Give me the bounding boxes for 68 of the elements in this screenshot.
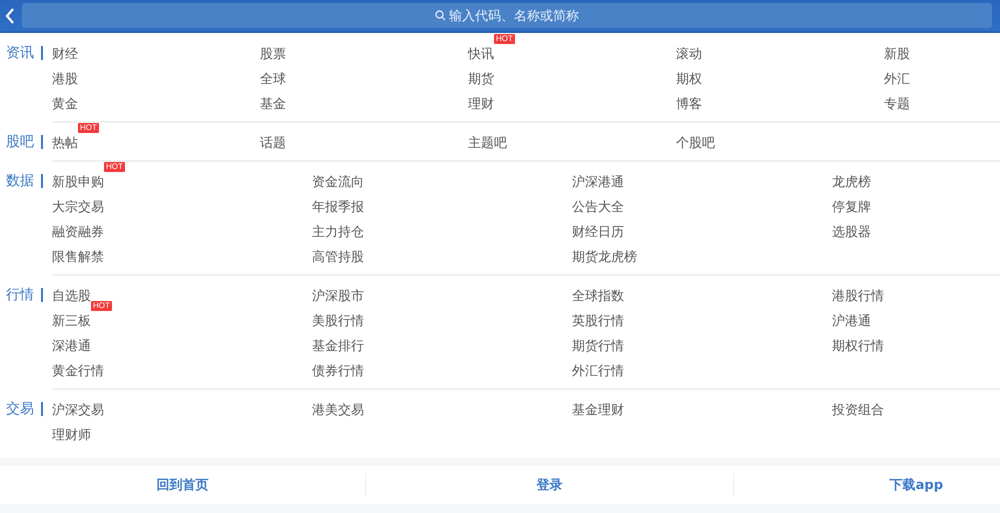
- menu-link[interactable]: 博客: [676, 96, 702, 112]
- menu-link[interactable]: 全球: [260, 72, 286, 86]
- menu-link[interactable]: 期货: [468, 72, 494, 86]
- menu-link[interactable]: 期权: [676, 72, 702, 86]
- menu-link[interactable]: 黄金: [52, 96, 78, 112]
- hot-badge: HOT: [494, 34, 515, 44]
- menu-link[interactable]: 美股行情: [312, 314, 364, 328]
- menu-link[interactable]: 沪深股市: [312, 288, 364, 304]
- menu-link[interactable]: 自选股: [52, 288, 91, 304]
- menu-link[interactable]: 外汇: [884, 72, 910, 86]
- menu-link[interactable]: 沪深港通: [572, 174, 624, 190]
- menu-link[interactable]: 外汇行情: [572, 364, 624, 378]
- menu-link[interactable]: 期权行情: [832, 338, 884, 354]
- hot-badge: HOT: [78, 122, 99, 132]
- menu-link[interactable]: 资金流向: [312, 174, 364, 190]
- menu-link[interactable]: 沪港通: [832, 314, 871, 328]
- menu-link[interactable]: 话题: [260, 136, 286, 150]
- footer-link[interactable]: 回到首页: [156, 476, 208, 494]
- section-label: 行情: [6, 286, 34, 304]
- menu-link[interactable]: 基金排行: [312, 338, 364, 354]
- section-label: 交易: [6, 400, 34, 418]
- menu-link[interactable]: 快讯: [468, 46, 494, 62]
- menu-link[interactable]: 全球指数: [572, 288, 624, 304]
- menu-link[interactable]: 财经: [52, 46, 78, 62]
- section-label: 股吧: [6, 132, 34, 150]
- menu-link[interactable]: 个股吧: [676, 136, 715, 150]
- menu-link[interactable]: 财经日历: [572, 224, 624, 240]
- menu-link[interactable]: 年报季报: [312, 200, 364, 214]
- menu-link[interactable]: 新股申购: [52, 174, 104, 190]
- menu-link[interactable]: 大宗交易: [52, 200, 104, 214]
- hot-badge: HOT: [104, 162, 125, 172]
- section-label: 数据: [6, 172, 34, 190]
- menu-link[interactable]: 滚动: [676, 46, 702, 62]
- menu-link[interactable]: 高管持股: [312, 250, 364, 264]
- menu-link[interactable]: 新股: [884, 46, 910, 62]
- menu-link[interactable]: 停复牌: [832, 200, 871, 214]
- menu-link[interactable]: 专题: [884, 96, 910, 112]
- menu-link[interactable]: 期货行情: [572, 338, 624, 354]
- menu-link[interactable]: 黄金行情: [52, 364, 104, 378]
- menu-link[interactable]: 债券行情: [312, 364, 364, 378]
- menu-link[interactable]: 新三板: [52, 314, 91, 328]
- menu-link[interactable]: 股票: [260, 46, 286, 62]
- menu-link[interactable]: 基金: [260, 96, 286, 112]
- menu-link[interactable]: 基金理财: [572, 402, 624, 418]
- menu-link[interactable]: 主力持仓: [312, 224, 364, 240]
- menu-link[interactable]: 龙虎榜: [832, 174, 871, 190]
- menu-link[interactable]: 港股: [52, 72, 78, 86]
- menu-link[interactable]: 沪深交易: [52, 402, 104, 418]
- menu-link[interactable]: 主题吧: [468, 136, 507, 150]
- menu-link[interactable]: 投资组合: [832, 402, 884, 418]
- footer-link[interactable]: 下载app: [890, 476, 943, 494]
- menu-link[interactable]: 限售解禁: [52, 250, 104, 264]
- menu-link[interactable]: 深港通: [52, 338, 91, 354]
- menu-link[interactable]: 公告大全: [572, 200, 624, 214]
- menu-link[interactable]: 融资融券: [52, 224, 104, 240]
- hot-badge: HOT: [91, 300, 112, 310]
- menu-link[interactable]: 选股器: [832, 224, 871, 240]
- footer-link[interactable]: 登录: [536, 476, 562, 494]
- back-icon[interactable]: [4, 6, 16, 24]
- search-icon: [435, 10, 446, 21]
- menu-link[interactable]: 港股行情: [832, 288, 884, 304]
- section-label: 资讯: [6, 44, 34, 62]
- menu-link[interactable]: 热帖: [52, 136, 78, 150]
- menu-link[interactable]: 英股行情: [572, 314, 624, 328]
- menu-link[interactable]: 理财: [468, 96, 494, 112]
- menu-link[interactable]: 港美交易: [312, 402, 364, 418]
- menu-link[interactable]: 理财师: [52, 428, 91, 442]
- menu-link[interactable]: 期货龙虎榜: [572, 250, 637, 264]
